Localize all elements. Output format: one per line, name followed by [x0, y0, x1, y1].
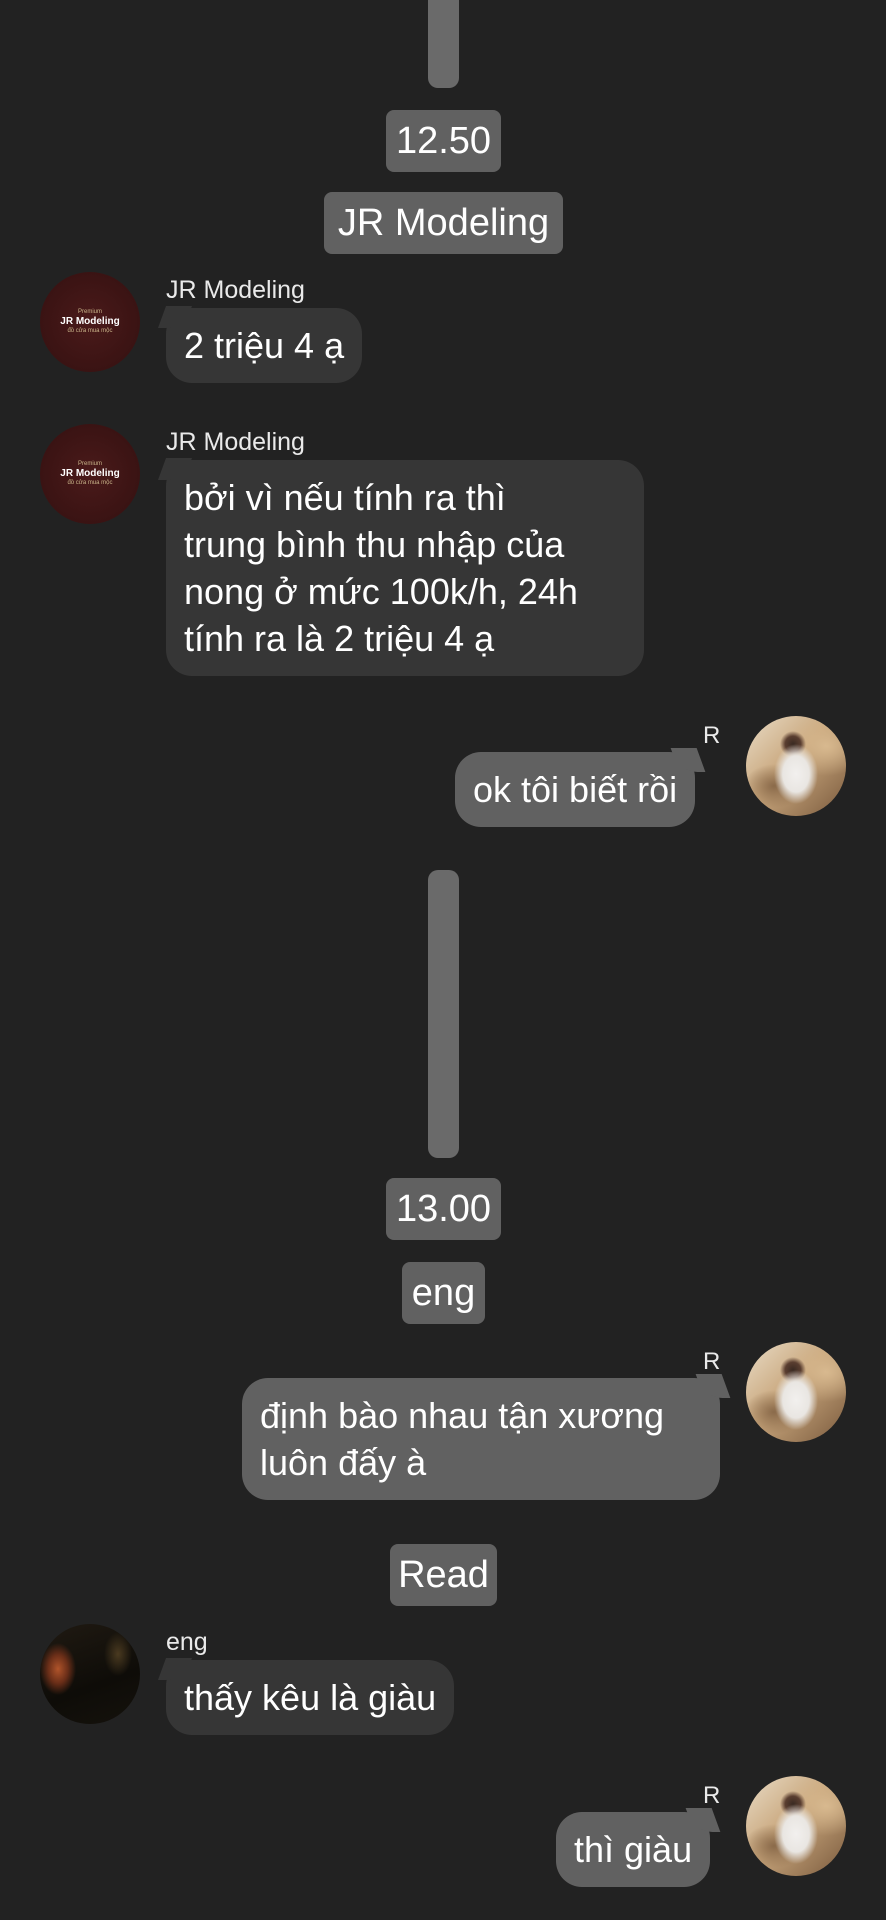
avatar-brand-top-text: Premium	[77, 461, 102, 468]
message-text: 2 triệu 4 ạ	[184, 325, 345, 366]
message-bubble-incoming[interactable]: thấy kêu là giàu	[166, 1660, 455, 1735]
message-bubble-outgoing[interactable]: ok tôi biết rồi	[455, 752, 696, 827]
message-bubble-incoming[interactable]: bởi vì nếu tính ra thì trung bình thu nh…	[166, 460, 644, 676]
sender-name: JR Modeling	[166, 428, 305, 456]
message-text: thấy kêu là giàu	[184, 1677, 437, 1718]
sender-initial: R	[703, 1348, 721, 1375]
group-name-pill: JR Modeling	[324, 192, 563, 254]
time-gap-bar	[428, 0, 459, 88]
sender-initial: R	[703, 722, 721, 749]
message-text-line: bởi vì nếu tính ra thì	[184, 477, 506, 518]
avatar-brand-bottom-text: đồ cửa mua mộc	[67, 328, 113, 334]
message-text-line: định bào nhau tận xương	[260, 1395, 665, 1436]
timestamp-pill: 12.50	[386, 110, 501, 172]
message-bubble-outgoing[interactable]: thì giàu	[556, 1812, 711, 1887]
member-name-pill: eng	[402, 1262, 485, 1324]
message-text-line: trung bình thu nhập của	[184, 524, 565, 565]
avatar-brand-name: JR Modeling	[60, 468, 120, 479]
jr-modeling-avatar[interactable]: Premium JR Modeling đồ cửa mua mộc	[40, 424, 140, 524]
message-text-line: nong ở mức 100k/h, 24h	[184, 571, 578, 612]
sender-initial: R	[703, 1782, 721, 1809]
message-bubble-incoming[interactable]: 2 triệu 4 ạ	[166, 308, 363, 383]
timestamp-pill: 13.00	[386, 1178, 501, 1240]
message-text: thì giàu	[574, 1829, 693, 1870]
message-text: ok tôi biết rồi	[473, 769, 678, 810]
user-avatar[interactable]	[746, 716, 846, 816]
avatar-brand-name: JR Modeling	[60, 316, 120, 327]
user-avatar[interactable]	[746, 1342, 846, 1442]
avatar-brand-top-text: Premium	[77, 309, 102, 316]
jr-modeling-avatar[interactable]: Premium JR Modeling đồ cửa mua mộc	[40, 272, 140, 372]
message-text-line: tính ra là 2 triệu 4 ạ	[184, 618, 495, 659]
user-avatar[interactable]	[746, 1776, 846, 1876]
sender-name: eng	[166, 1628, 208, 1656]
sender-name: JR Modeling	[166, 276, 305, 304]
message-text-line: luôn đấy à	[260, 1442, 427, 1483]
message-bubble-outgoing[interactable]: định bào nhau tận xương luôn đấy à	[242, 1378, 720, 1500]
eng-avatar[interactable]	[40, 1624, 140, 1724]
time-gap-bar	[428, 870, 459, 1158]
avatar-brand-bottom-text: đồ cửa mua mộc	[67, 480, 113, 486]
read-status-pill: Read	[390, 1544, 497, 1606]
